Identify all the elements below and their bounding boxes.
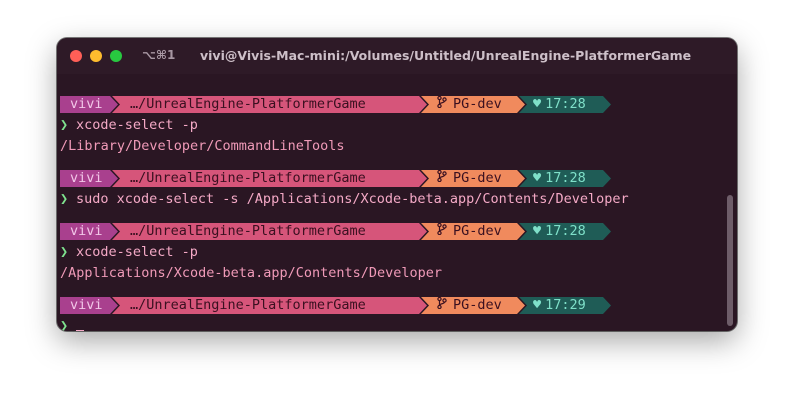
command-text: sudo xcode-select -s /Applications/Xcode… (76, 191, 629, 207)
prompt-time: 17:28 (545, 96, 586, 112)
prompt-path-segment: …/UnrealEngine-PlatformerGame (112, 297, 427, 314)
git-branch-icon (437, 96, 449, 113)
command-text: xcode-select -p (76, 244, 198, 260)
heart-icon: ♥ (533, 297, 542, 313)
prompt-branch-segment: PG-dev (421, 170, 525, 187)
prompt-branch-segment: PG-dev (421, 96, 525, 113)
command-text: xcode-select -p (76, 117, 198, 133)
prompt-time: 17:28 (545, 223, 586, 239)
prompt-user-segment: vivi (60, 223, 118, 240)
terminal-window[interactable]: ⌥⌘1 vivi@Vivis-Mac-mini:/Volumes/Untitle… (57, 38, 737, 331)
command-line: ❯ sudo xcode-select -s /Applications/Xcod… (60, 190, 720, 209)
prompt-line: vivi …/UnrealEngine-PlatformerGame PG-de… (60, 95, 720, 114)
prompt-time: 17:28 (545, 170, 586, 186)
output-text: /Library/Developer/CommandLineTools (60, 138, 345, 154)
output-line: /Library/Developer/CommandLineTools (60, 137, 720, 156)
command-line[interactable]: ❯ (60, 317, 720, 331)
branch-name: PG-dev (453, 96, 502, 112)
branch-name: PG-dev (453, 170, 502, 186)
branch-name: PG-dev (453, 297, 502, 313)
prompt-user-segment: vivi (60, 96, 118, 113)
prompt-user-segment: vivi (60, 170, 118, 187)
prompt-chevron-icon: ❯ (60, 318, 69, 331)
heart-icon: ♥ (533, 223, 542, 239)
command-line: ❯ xcode-select -p (60, 116, 720, 135)
prompt-time-segment: ♥ 17:28 (519, 223, 611, 240)
command-line: ❯ xcode-select -p (60, 243, 720, 262)
zoom-button[interactable] (110, 50, 122, 62)
window-title: vivi@Vivis-Mac-mini:/Volumes/Untitled/Un… (200, 48, 692, 63)
prompt-path-segment: …/UnrealEngine-PlatformerGame (112, 223, 427, 240)
prompt-path-segment: …/UnrealEngine-PlatformerGame (112, 170, 427, 187)
prompt-line: vivi …/UnrealEngine-PlatformerGame PG-de… (60, 169, 720, 188)
prompt-line: vivi …/UnrealEngine-PlatformerGame PG-de… (60, 222, 720, 241)
title-bar[interactable]: ⌥⌘1 vivi@Vivis-Mac-mini:/Volumes/Untitle… (57, 38, 737, 74)
prompt-time-segment: ♥ 17:28 (519, 170, 611, 187)
prompt-chevron-icon: ❯ (60, 191, 69, 207)
prompt-time: 17:29 (545, 297, 586, 313)
text-cursor (76, 330, 84, 331)
prompt-branch-segment: PG-dev (421, 223, 525, 240)
heart-icon: ♥ (533, 170, 542, 186)
prompt-time-segment: ♥ 17:29 (519, 297, 611, 314)
window-shortcut: ⌥⌘1 (142, 48, 176, 62)
minimize-button[interactable] (90, 50, 102, 62)
git-branch-icon (437, 297, 449, 314)
prompt-time-segment: ♥ 17:28 (519, 96, 611, 113)
close-button[interactable] (70, 50, 82, 62)
output-line: /Applications/Xcode-beta.app/Contents/De… (60, 264, 720, 283)
prompt-chevron-icon: ❯ (60, 117, 69, 133)
heart-icon: ♥ (533, 96, 542, 112)
prompt-user-segment: vivi (60, 297, 118, 314)
terminal-content[interactable]: vivi …/UnrealEngine-PlatformerGame PG-de… (60, 95, 720, 331)
prompt-line: vivi …/UnrealEngine-PlatformerGame PG-de… (60, 296, 720, 315)
git-branch-icon (437, 170, 449, 187)
git-branch-icon (437, 223, 449, 240)
prompt-path-segment: …/UnrealEngine-PlatformerGame (112, 96, 427, 113)
prompt-branch-segment: PG-dev (421, 297, 525, 314)
branch-name: PG-dev (453, 223, 502, 239)
scrollbar[interactable] (727, 195, 733, 326)
output-text: /Applications/Xcode-beta.app/Contents/De… (60, 265, 443, 281)
prompt-chevron-icon: ❯ (60, 244, 69, 260)
